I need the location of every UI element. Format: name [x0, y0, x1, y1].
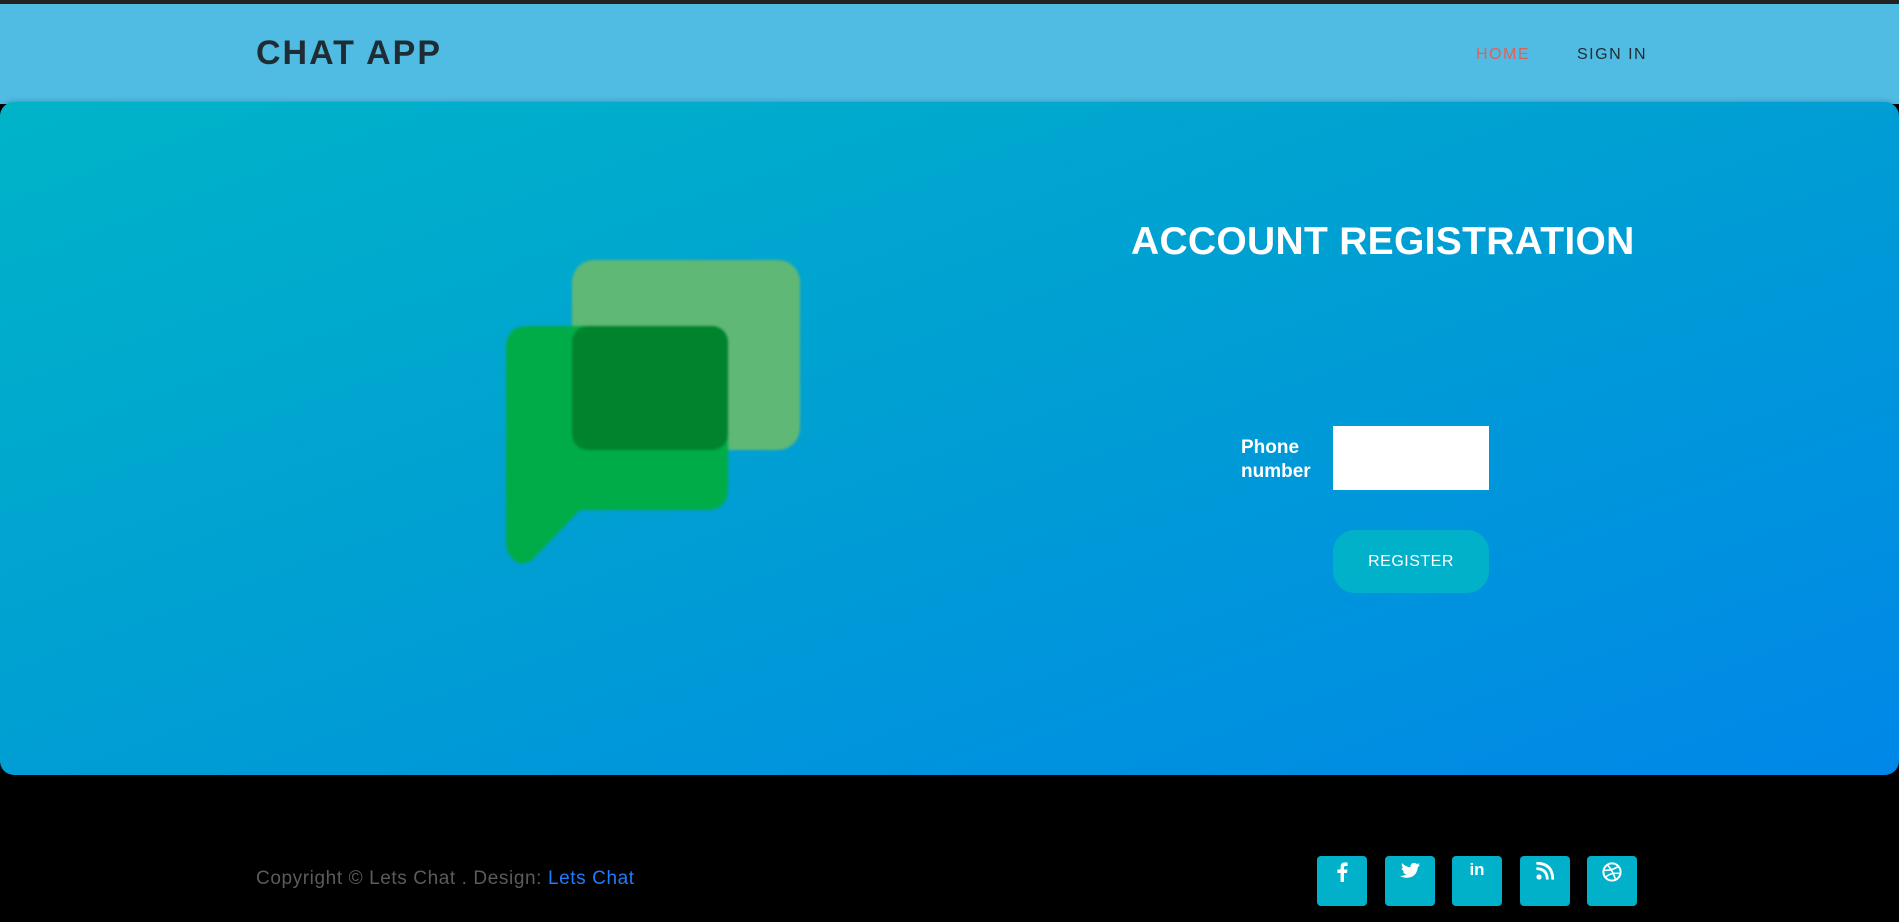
- phone-number-label: Phone number: [1241, 437, 1311, 482]
- chat-bubbles-logo: [506, 260, 800, 564]
- copyright-text: Copyright © Lets Chat . Design:: [256, 868, 543, 889]
- dribbble-button[interactable]: [1587, 856, 1637, 906]
- linkedin-icon: in: [1469, 860, 1485, 879]
- nav-home-link[interactable]: HOME: [1476, 46, 1530, 64]
- rss-button[interactable]: [1520, 856, 1570, 906]
- register-button[interactable]: REGISTER: [1333, 530, 1489, 593]
- registration-title: ACCOUNT REGISTRATION: [1131, 220, 1635, 263]
- facebook-icon: [1337, 862, 1348, 882]
- design-credit-link[interactable]: Lets Chat: [548, 868, 635, 889]
- dribbble-icon: [1602, 862, 1622, 882]
- phone-number-input[interactable]: [1333, 426, 1489, 490]
- nav-signin-link[interactable]: SIGN IN: [1577, 46, 1647, 64]
- twitter-button[interactable]: [1385, 856, 1435, 906]
- footer-copyright: Copyright © Lets Chat . Design: Lets Cha…: [256, 868, 635, 890]
- linkedin-button[interactable]: in: [1452, 856, 1502, 906]
- navbar: CHAT APP HOME SIGN IN: [0, 4, 1899, 104]
- registration-hero: ACCOUNT REGISTRATION Phone number REGIST…: [0, 102, 1899, 775]
- twitter-icon: [1400, 862, 1420, 878]
- rss-icon: [1536, 862, 1554, 880]
- brand-logo[interactable]: CHAT APP: [256, 34, 442, 73]
- facebook-button[interactable]: [1317, 856, 1367, 906]
